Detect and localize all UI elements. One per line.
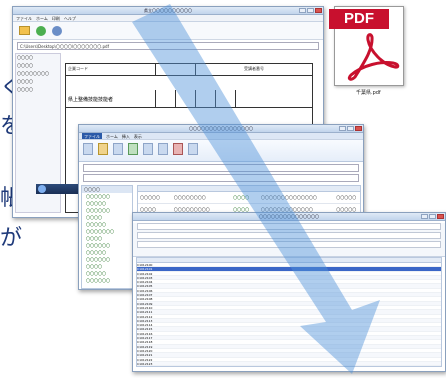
- table-cell: 〇〇〇〇〇: [140, 195, 160, 200]
- doc-header-row: 企業コード 受講者番号: [66, 64, 312, 76]
- menu-item[interactable]: 印刷: [52, 15, 60, 21]
- menu-item[interactable]: ホーム: [36, 15, 48, 21]
- table-cell: 〇〇〇〇〇: [336, 195, 357, 200]
- tree-item[interactable]: 〇〇〇〇〇: [82, 221, 132, 228]
- ribbon-button-icon[interactable]: [188, 143, 198, 155]
- maximize-button[interactable]: [347, 126, 354, 131]
- left-item[interactable]: 〇〇〇〇〇〇〇〇: [16, 70, 60, 78]
- acrobat-logo-icon: [347, 33, 400, 81]
- ribbon-button-icon[interactable]: [113, 143, 123, 155]
- folder-icon[interactable]: [19, 26, 30, 35]
- close-button[interactable]: [315, 8, 322, 13]
- mid-search-row: [83, 164, 359, 172]
- mid-search-row-2: [83, 174, 359, 182]
- tree-item[interactable]: 〇〇〇〇〇〇〇: [82, 228, 132, 235]
- mid-tree: 〇〇〇〇 〇〇〇〇〇〇 〇〇〇〇〇 〇〇〇〇〇〇 〇〇〇〇 〇〇〇〇〇 〇〇〇〇…: [81, 185, 133, 289]
- doc-title: 県上整備技能技能者: [66, 90, 156, 107]
- tree-item[interactable]: 〇〇〇〇〇〇: [82, 193, 132, 200]
- left-item[interactable]: 〇〇〇〇: [16, 78, 60, 86]
- back-window-titlebar: 県立〇〇〇〇〇〇〇〇〇〇: [13, 7, 323, 15]
- address-bar[interactable]: C:\Users\Desktop\〇〇〇〇\〇〇〇〇〇〇〇.pdf: [17, 42, 319, 50]
- back-window-title: 県立〇〇〇〇〇〇〇〇〇〇: [144, 8, 192, 13]
- grid-body: C1012100 C1012101 C1012102 C1012103 C1012104…: [137, 263, 441, 366]
- table-row[interactable]: C1012123: [137, 361, 441, 366]
- table-cell: C1012123: [137, 361, 153, 366]
- ribbon-tab[interactable]: 表示: [134, 133, 142, 139]
- tree-item[interactable]: 〇〇〇〇〇〇: [82, 277, 132, 284]
- table-cell: 〇〇〇〇: [233, 195, 250, 200]
- front-window-titlebar: 〇〇〇〇〇〇〇〇〇〇〇〇〇〇〇: [133, 213, 445, 221]
- table-row[interactable]: 〇〇〇〇〇〇〇〇〇〇〇〇〇〇〇〇〇〇〇〇〇〇〇〇〇〇〇〇〇〇〇〇〇〇〇〇: [138, 192, 360, 204]
- tree-item[interactable]: 〇〇〇〇: [82, 235, 132, 242]
- tree-item[interactable]: 〇〇〇〇〇: [82, 200, 132, 207]
- tree-item[interactable]: 〇〇〇〇〇〇: [82, 256, 132, 263]
- scene: { "desktop_files": { "pdf_badge": "PDF",…: [0, 0, 446, 378]
- back-window-menu: ファイル ホーム 印刷 ヘルプ: [13, 15, 323, 22]
- left-item[interactable]: 〇〇〇〇: [16, 54, 60, 62]
- ribbon-button-icon[interactable]: [128, 143, 138, 155]
- table-cell: 〇〇〇〇〇〇〇〇: [173, 195, 206, 200]
- doc-title-row: 県上整備技能技能者: [66, 90, 312, 108]
- japanese-glyph-4: が: [0, 226, 23, 251]
- ribbon-button-icon[interactable]: [83, 143, 93, 155]
- tree-item[interactable]: 〇〇〇〇〇〇: [82, 207, 132, 214]
- ribbon-button-icon[interactable]: [173, 143, 183, 155]
- start-button[interactable]: [38, 185, 46, 193]
- settings-icon[interactable]: [52, 25, 62, 36]
- window-controls: [421, 214, 444, 219]
- maximize-button[interactable]: [429, 214, 436, 219]
- ribbon-button-icon[interactable]: [158, 143, 168, 155]
- mid-ribbon: [79, 140, 363, 162]
- tree-item[interactable]: 〇〇〇〇: [82, 214, 132, 221]
- front-grid: C1012100 C1012101 C1012102 C1012103 C1012104…: [136, 257, 442, 367]
- ribbon-tab[interactable]: ファイル: [82, 133, 102, 139]
- tree-item[interactable]: 〇〇〇〇〇〇: [82, 242, 132, 249]
- minimize-button[interactable]: [339, 126, 346, 131]
- mid-ribbon-tabs: ファイル ホーム 挿入 表示: [79, 133, 363, 140]
- front-toolbar: [133, 223, 445, 257]
- doc-label: 受講者番号: [244, 66, 264, 71]
- front-window: 〇〇〇〇〇〇〇〇〇〇〇〇〇〇〇 C1012100 C1012101 C1012102…: [132, 212, 446, 372]
- mid-window-title: 〇〇〇〇〇〇〇〇〇〇〇〇〇〇〇〇: [189, 126, 253, 131]
- forward-arrow-icon[interactable]: [36, 25, 46, 36]
- tree-item[interactable]: 〇〇〇〇〇: [82, 249, 132, 256]
- left-item[interactable]: 〇〇〇〇: [16, 86, 60, 94]
- minimize-button[interactable]: [421, 214, 428, 219]
- front-window-title: 〇〇〇〇〇〇〇〇〇〇〇〇〇〇〇: [259, 214, 319, 219]
- window-controls: [299, 8, 322, 13]
- tree-item[interactable]: 〇〇〇〇: [82, 186, 132, 193]
- table-cell: 〇〇〇〇〇〇〇〇〇〇〇〇〇〇: [260, 195, 317, 200]
- pdf-file-icon[interactable]: PDF: [329, 6, 404, 86]
- pdf-file-name[interactable]: 千葉県.pdf: [356, 89, 381, 96]
- close-button[interactable]: [437, 214, 444, 219]
- minimize-button[interactable]: [299, 8, 306, 13]
- tree-item[interactable]: 〇〇〇〇: [82, 263, 132, 270]
- pdf-badge: PDF: [329, 9, 389, 29]
- close-button[interactable]: [355, 126, 362, 131]
- menu-item[interactable]: ヘルプ: [64, 15, 76, 21]
- left-item[interactable]: 〇〇〇〇: [16, 62, 60, 70]
- ribbon-tab[interactable]: 挿入: [122, 133, 130, 139]
- ribbon-button-icon[interactable]: [98, 143, 108, 155]
- ribbon-tab[interactable]: ホーム: [106, 133, 118, 139]
- doc-label: 企業コード: [66, 64, 156, 75]
- ribbon-button-icon[interactable]: [143, 143, 153, 155]
- menu-item[interactable]: ファイル: [16, 15, 32, 21]
- back-toolbar: [13, 22, 323, 40]
- maximize-button[interactable]: [307, 8, 314, 13]
- tree-item[interactable]: 〇〇〇〇〇: [82, 270, 132, 277]
- mid-window-titlebar: 〇〇〇〇〇〇〇〇〇〇〇〇〇〇〇〇: [79, 125, 363, 133]
- window-controls: [339, 126, 362, 131]
